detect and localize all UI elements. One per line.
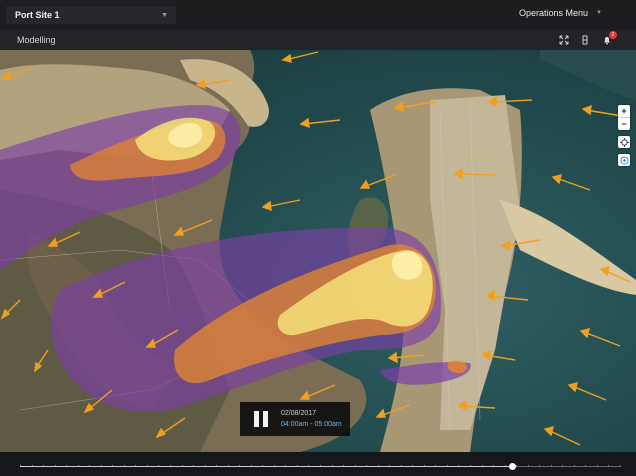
timeline-tick — [527, 465, 529, 467]
zoom-control: + − — [618, 105, 630, 130]
timeline-handle[interactable] — [509, 463, 516, 470]
sub-header: Modelling 2 — [0, 30, 636, 50]
notifications-bell-icon[interactable]: 2 — [600, 31, 617, 47]
timeline-tick — [550, 465, 552, 467]
timeline-tick — [585, 465, 587, 467]
timeline-tick — [573, 465, 575, 467]
zoom-in-button[interactable]: + — [618, 105, 630, 117]
timeline-scrubber[interactable] — [0, 452, 636, 476]
fullscreen-icon[interactable] — [557, 33, 571, 47]
top-bar: Port Site 1 ▼ Operations Menu ▼ — [0, 0, 636, 31]
timeline-tick — [620, 465, 621, 467]
compass-button[interactable] — [618, 154, 630, 166]
layers-icon[interactable] — [578, 33, 592, 47]
site-selector-value: Port Site 1 — [15, 10, 60, 20]
timeline-tick — [539, 465, 541, 467]
page-title: Modelling — [17, 35, 56, 45]
locate-button[interactable] — [618, 136, 630, 148]
chevron-down-icon: ▼ — [596, 10, 602, 16]
map-view[interactable]: + − — [0, 50, 636, 452]
zoom-out-button[interactable]: − — [618, 117, 630, 130]
timeline-tick — [562, 465, 564, 467]
operations-menu-label: Operations Menu — [519, 8, 589, 18]
timeline-tick — [516, 465, 518, 467]
chevron-down-icon: ▼ — [161, 11, 168, 19]
notification-badge: 2 — [609, 31, 617, 39]
crosshair-icon — [619, 137, 629, 147]
pause-icon[interactable] — [253, 410, 269, 428]
site-selector[interactable]: Port Site 1 ▼ — [6, 6, 176, 24]
satellite-map[interactable] — [0, 50, 636, 452]
playback-time-range: 04:00am - 05:00am — [281, 421, 342, 428]
timeline-progress — [20, 466, 512, 467]
timeline-tick — [608, 465, 610, 467]
playback-panel: 02/08/2017 04:00am - 05:00am — [240, 402, 350, 436]
compass-icon — [619, 155, 629, 165]
playback-date: 02/08/2017 — [281, 410, 317, 417]
operations-menu[interactable]: Operations Menu ▼ — [519, 8, 602, 18]
timeline-tick — [596, 465, 598, 467]
